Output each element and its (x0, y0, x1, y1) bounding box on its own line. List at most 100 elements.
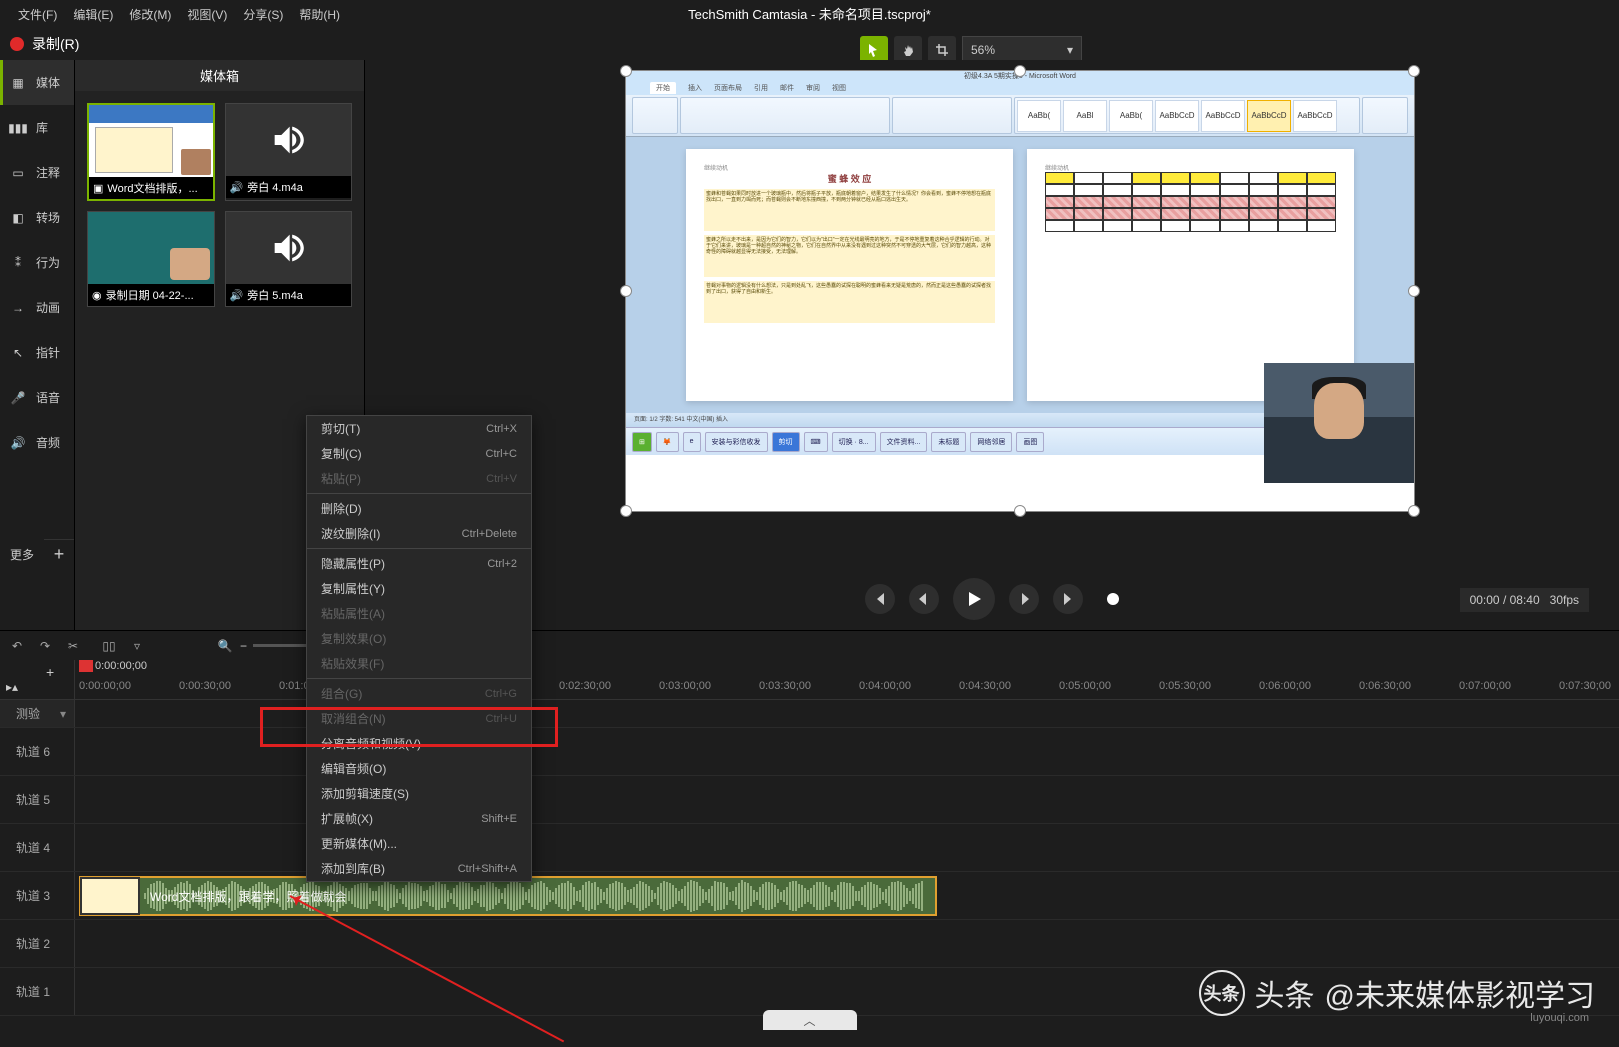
track-label[interactable]: 轨道 6 (0, 728, 75, 775)
menu-file[interactable]: 文件(F) (10, 2, 65, 27)
context-menu-item[interactable]: 隐藏属性(P)Ctrl+2 (307, 551, 531, 576)
timeline-clip[interactable]: Word文档排版，跟着学，照着做就会 (79, 876, 937, 916)
menu-help[interactable]: 帮助(H) (291, 2, 348, 27)
track-label[interactable]: 轨道 2 (0, 920, 75, 967)
track-dropdown[interactable]: 测验 (0, 700, 75, 727)
add-button[interactable]: + (44, 539, 74, 569)
zoom-out-icon[interactable]: − (240, 639, 247, 653)
tab-media[interactable]: ▦媒体 (0, 60, 74, 105)
preview-area: 初级4.3A 5期实操5 - Microsoft Word 开始 插入 页面布局… (365, 60, 1619, 630)
context-menu-item[interactable]: 添加剪辑速度(S) (307, 781, 531, 806)
context-menu-item: 复制效果(O) (307, 626, 531, 651)
context-menu-item[interactable]: 复制(C)Ctrl+C (307, 441, 531, 466)
context-menu-item[interactable]: 分离音频和视频(V) (307, 731, 531, 756)
media-item[interactable]: ◉录制日期 04-22-... (87, 211, 215, 307)
tab-animation[interactable]: →动画 (0, 285, 74, 330)
marker-icon (1107, 593, 1119, 605)
playback-controls (865, 578, 1119, 620)
context-menu-item: 取消组合(N)Ctrl+U (307, 706, 531, 731)
resize-handle[interactable] (1408, 65, 1420, 77)
left-panel: ▦媒体 ▮▮▮库 ▭注释 ◧转场 ⁑行为 →动画 ↖指针 🎤语音 🔊音频 更多 … (0, 60, 75, 630)
chevron-down-icon: ▾ (1067, 43, 1073, 57)
word-ribbon: AaBb( AaBl AaBb( AaBbCcD AaBbCcD AaBbCcD… (626, 95, 1414, 137)
context-menu-item: 粘贴(P)Ctrl+V (307, 466, 531, 491)
context-menu: 剪切(T)Ctrl+X复制(C)Ctrl+C粘贴(P)Ctrl+V 删除(D)波纹… (306, 415, 532, 882)
context-menu-item[interactable]: 更新媒体(M)... (307, 831, 531, 856)
time-display: 00:00 / 08:40 (1470, 593, 1540, 607)
context-menu-item[interactable]: 复制属性(Y) (307, 576, 531, 601)
split-button[interactable]: ▯▯ (100, 637, 118, 655)
media-item[interactable]: ▣Word文档排版，... (87, 103, 215, 201)
resize-handle[interactable] (620, 285, 632, 297)
tab-voice[interactable]: 🎤语音 (0, 375, 74, 420)
resize-handle[interactable] (1014, 505, 1026, 517)
annotation-icon: ▭ (10, 165, 26, 181)
media-item[interactable]: 🔊旁白 4.m4a (225, 103, 353, 201)
tab-transition[interactable]: ◧转场 (0, 195, 74, 240)
library-icon: ▮▮▮ (10, 120, 26, 136)
media-item[interactable]: 🔊旁白 5.m4a (225, 211, 353, 307)
main-area: ▦媒体 ▮▮▮库 ▭注释 ◧转场 ⁑行为 →动画 ↖指针 🎤语音 🔊音频 更多 … (0, 60, 1619, 630)
context-menu-item[interactable]: 删除(D) (307, 496, 531, 521)
record-button[interactable]: 录制(R) (32, 34, 79, 54)
cursor-icon: ↖ (10, 345, 26, 361)
search-icon[interactable]: 🔍 (216, 637, 234, 655)
context-menu-item: 粘贴属性(A) (307, 601, 531, 626)
drawer-handle[interactable]: ︿ (763, 1010, 857, 1030)
playhead[interactable] (79, 660, 93, 672)
playback-time: 00:00 / 08:40 30fps (1460, 588, 1589, 612)
record-row: 录制(R) (0, 28, 1619, 60)
behavior-icon: ⁑ (10, 255, 26, 271)
context-menu-item: 组合(G)Ctrl+G (307, 681, 531, 706)
context-menu-item[interactable]: 扩展帧(X)Shift+E (307, 806, 531, 831)
resize-handle[interactable] (1014, 65, 1026, 77)
resize-handle[interactable] (1408, 505, 1420, 517)
canvas[interactable]: 初级4.3A 5期实操5 - Microsoft Word 开始 插入 页面布局… (625, 70, 1415, 512)
resize-handle[interactable] (620, 65, 632, 77)
tab-cursor[interactable]: ↖指针 (0, 330, 74, 375)
cut-button[interactable]: ✂ (64, 637, 82, 655)
track-collapse-icon[interactable]: ▸▴ (6, 680, 18, 694)
track-label[interactable]: 轨道 5 (0, 776, 75, 823)
context-menu-item[interactable]: 波纹删除(I)Ctrl+Delete (307, 521, 531, 546)
track-label[interactable]: 轨道 3 (0, 872, 75, 919)
marker-button[interactable]: ▿ (128, 637, 146, 655)
cursor-time: 0:00:00;00 (95, 660, 147, 672)
step-forward-button[interactable] (1009, 584, 1039, 614)
context-menu-item[interactable]: 编辑音频(O) (307, 756, 531, 781)
record-icon[interactable] (10, 37, 24, 51)
undo-button[interactable]: ↶ (8, 637, 26, 655)
tab-library[interactable]: ▮▮▮库 (0, 105, 74, 150)
watermark-url: luyouqi.com (1530, 1012, 1589, 1024)
timeline-toolbar: ↶ ↷ ✂ ▯▯ ▿ 🔍 − + (0, 630, 1619, 660)
watermark-icon: 头条 (1199, 970, 1245, 1016)
more-button[interactable]: 更多 (0, 539, 44, 569)
record-icon: ◉ (92, 289, 102, 302)
webcam-overlay (1264, 363, 1414, 483)
menu-modify[interactable]: 修改(M) (121, 2, 179, 27)
menu-view[interactable]: 视图(V) (179, 2, 235, 27)
step-back-button[interactable] (909, 584, 939, 614)
menu-edit[interactable]: 编辑(E) (65, 2, 121, 27)
word-tabs: 开始 插入 页面布局 引用 邮件 审阅 视图 (626, 81, 1414, 95)
menu-share[interactable]: 分享(S) (235, 2, 291, 27)
context-menu-item[interactable]: 剪切(T)Ctrl+X (307, 416, 531, 441)
media-bin-title: 媒体箱 (75, 60, 364, 91)
prev-frame-button[interactable] (865, 584, 895, 614)
audio-icon: 🔊 (230, 181, 244, 194)
tab-audio[interactable]: 🔊音频 (0, 420, 74, 465)
track-label[interactable]: 轨道 4 (0, 824, 75, 871)
play-button[interactable] (953, 578, 995, 620)
add-track-button[interactable]: + (46, 664, 54, 680)
next-frame-button[interactable] (1053, 584, 1083, 614)
tab-behavior[interactable]: ⁑行为 (0, 240, 74, 285)
redo-button[interactable]: ↷ (36, 637, 54, 655)
tab-annotation[interactable]: ▭注释 (0, 150, 74, 195)
context-menu-item[interactable]: 添加到库(B)Ctrl+Shift+A (307, 856, 531, 881)
track-label[interactable]: 轨道 1 (0, 968, 75, 1015)
time-ruler[interactable]: + ▸▴ 0:00:00;00 0:00:00;00 0:00:30;00 0:… (0, 660, 1619, 700)
audio-icon: 🔊 (230, 289, 244, 302)
watermark: 头条 头条 @未来媒体影视学习 (1199, 970, 1595, 1016)
resize-handle[interactable] (620, 505, 632, 517)
resize-handle[interactable] (1408, 285, 1420, 297)
